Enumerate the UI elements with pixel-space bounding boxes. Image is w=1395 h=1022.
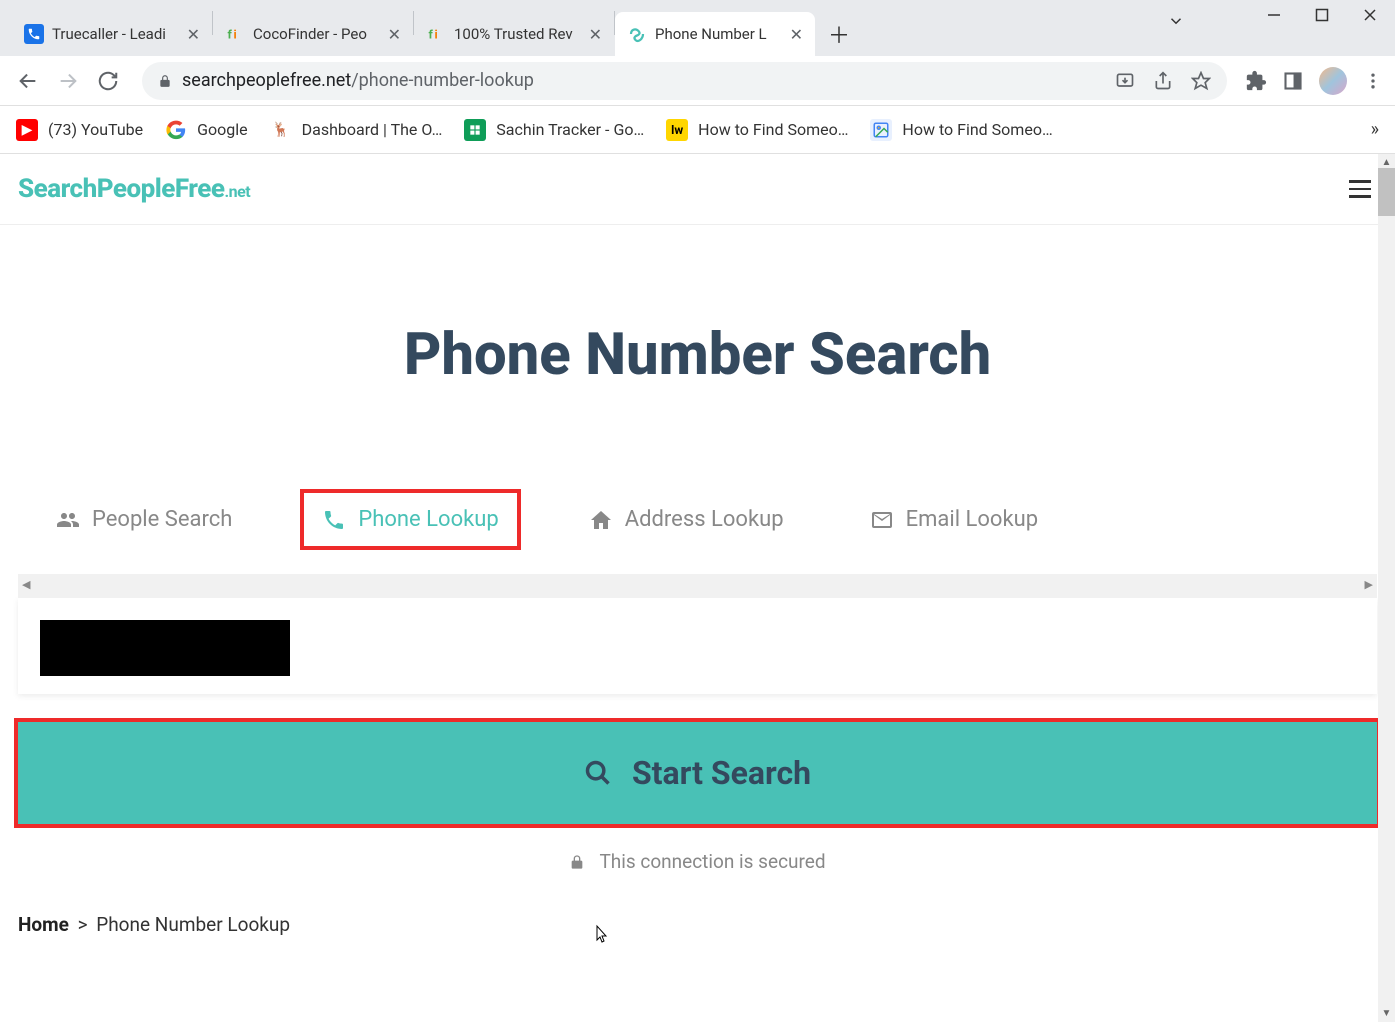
fi-icon: fi	[225, 24, 245, 44]
tab-title: Truecaller - Leadi	[52, 25, 179, 43]
search-type-tabs: People Search Phone Lookup Address Looku…	[38, 489, 1395, 550]
extensions-icon[interactable]	[1245, 70, 1267, 92]
tab-title: Phone Number L	[655, 25, 782, 43]
breadcrumb-home[interactable]: Home	[18, 913, 69, 936]
browser-tab[interactable]: fi 100% Trusted Rev ✕	[414, 12, 614, 56]
install-app-icon[interactable]	[1115, 71, 1135, 91]
bookmark-label: Sachin Tracker - Go…	[496, 120, 644, 139]
kebab-menu-icon[interactable]	[1363, 71, 1383, 91]
scroll-left-arrow[interactable]: ◀	[22, 578, 30, 591]
close-icon[interactable]: ✕	[388, 25, 401, 44]
lock-icon	[569, 854, 585, 870]
horizontal-scroll-track[interactable]: ◀ ▶	[18, 574, 1377, 598]
page-content: SearchPeopleFree.net Phone Number Search…	[0, 154, 1395, 1022]
tab-people-search[interactable]: People Search	[38, 493, 250, 546]
new-tab-button[interactable]: ＋	[821, 16, 857, 52]
fi-icon: fi	[426, 24, 446, 44]
url-text: searchpeoplefree.net/phone-number-lookup	[182, 70, 534, 91]
lw-icon: lw	[666, 119, 688, 141]
mail-icon	[870, 508, 894, 532]
vertical-scrollbar[interactable]: ▲ ▼	[1378, 154, 1395, 1022]
tab-label: People Search	[92, 507, 232, 532]
svg-text:i: i	[234, 28, 237, 42]
svg-text:i: i	[435, 28, 438, 42]
searchpeoplefree-icon	[627, 24, 647, 44]
lock-icon	[158, 74, 172, 88]
tab-label: Email Lookup	[906, 507, 1039, 532]
bookmark-item[interactable]: ▶ (73) YouTube	[16, 119, 143, 141]
tab-label: Address Lookup	[625, 507, 784, 532]
site-header: SearchPeopleFree.net	[0, 154, 1395, 225]
site-logo[interactable]: SearchPeopleFree.net	[18, 174, 250, 204]
redacted-input-value	[40, 620, 290, 676]
phone-icon	[24, 24, 44, 44]
star-icon[interactable]	[1191, 71, 1211, 91]
breadcrumb-current: Phone Number Lookup	[96, 913, 290, 936]
share-icon[interactable]	[1153, 71, 1173, 91]
sheets-icon	[464, 119, 486, 141]
deer-icon: 🦌	[270, 119, 292, 141]
close-icon[interactable]: ✕	[589, 25, 602, 44]
search-icon	[584, 759, 612, 787]
scroll-down-arrow[interactable]: ▼	[1378, 1005, 1395, 1022]
tab-email-lookup[interactable]: Email Lookup	[852, 493, 1057, 546]
bookmark-label: Google	[197, 120, 248, 139]
bookmark-item[interactable]: 🦌 Dashboard | The O…	[270, 119, 443, 141]
secured-text: This connection is secured	[599, 850, 825, 873]
back-button[interactable]	[12, 65, 44, 97]
window-controls	[1267, 8, 1387, 22]
bookmarks-overflow-icon[interactable]: »	[1371, 119, 1379, 140]
phone-icon	[322, 508, 346, 532]
reload-button[interactable]	[92, 65, 124, 97]
browser-tab-strip: Truecaller - Leadi ✕ fi CocoFinder - Peo…	[0, 0, 1395, 56]
tab-address-lookup[interactable]: Address Lookup	[571, 493, 802, 546]
scrollbar-thumb[interactable]	[1378, 168, 1395, 216]
start-search-button[interactable]: Start Search	[18, 722, 1377, 824]
phone-number-input[interactable]	[18, 598, 1377, 694]
close-icon[interactable]: ✕	[187, 25, 200, 44]
search-input-container: ◀ ▶	[18, 574, 1377, 694]
tab-phone-lookup[interactable]: Phone Lookup	[300, 489, 520, 550]
bookmark-item[interactable]: lw How to Find Someo…	[666, 119, 848, 141]
home-icon	[589, 508, 613, 532]
bookmark-label: How to Find Someo…	[698, 120, 848, 139]
close-window-button[interactable]	[1363, 8, 1387, 22]
secured-notice: This connection is secured	[0, 850, 1395, 873]
tab-label: Phone Lookup	[358, 507, 498, 532]
tab-title: CocoFinder - Peo	[253, 25, 380, 43]
sidepanel-icon[interactable]	[1283, 71, 1303, 91]
hamburger-menu-icon[interactable]	[1345, 176, 1375, 202]
breadcrumb-separator: >	[78, 913, 88, 936]
maximize-button[interactable]	[1315, 8, 1339, 22]
start-search-highlight: Start Search	[14, 718, 1381, 828]
bookmarks-bar: ▶ (73) YouTube Google 🦌 Dashboard | The …	[0, 106, 1395, 154]
tab-title: 100% Trusted Rev	[454, 25, 581, 43]
minimize-button[interactable]	[1267, 8, 1291, 22]
youtube-icon: ▶	[16, 119, 38, 141]
browser-tab[interactable]: Truecaller - Leadi ✕	[12, 12, 212, 56]
bookmark-item[interactable]: Google	[165, 119, 248, 141]
close-icon[interactable]: ✕	[790, 25, 803, 44]
chevron-down-icon[interactable]	[1167, 12, 1185, 30]
profile-avatar[interactable]	[1319, 67, 1347, 95]
page-title: Phone Number Search	[0, 321, 1395, 389]
svg-text:f: f	[228, 28, 233, 42]
bookmark-item[interactable]: How to Find Someo…	[870, 119, 1052, 141]
bookmark-item[interactable]: Sachin Tracker - Go…	[464, 119, 644, 141]
breadcrumb: Home > Phone Number Lookup	[18, 913, 1395, 936]
forward-button[interactable]	[52, 65, 84, 97]
button-label: Start Search	[632, 754, 811, 792]
bookmark-label: How to Find Someo…	[902, 120, 1052, 139]
image-icon	[870, 119, 892, 141]
bookmark-label: Dashboard | The O…	[302, 120, 443, 139]
bookmark-label: (73) YouTube	[48, 120, 143, 139]
address-bar[interactable]: searchpeoplefree.net/phone-number-lookup	[142, 62, 1227, 100]
browser-toolbar: searchpeoplefree.net/phone-number-lookup	[0, 56, 1395, 106]
people-icon	[56, 508, 80, 532]
google-icon	[165, 119, 187, 141]
browser-tab[interactable]: fi CocoFinder - Peo ✕	[213, 12, 413, 56]
scroll-right-arrow[interactable]: ▶	[1365, 578, 1373, 591]
browser-tab-active[interactable]: Phone Number L ✕	[615, 12, 815, 56]
svg-text:f: f	[429, 28, 434, 42]
